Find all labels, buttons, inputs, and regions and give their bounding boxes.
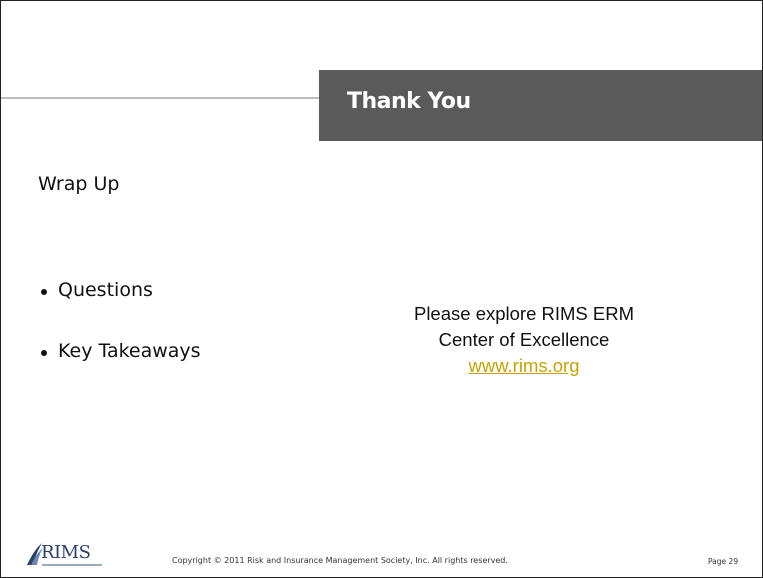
logo-text: RIMS [41,542,91,563]
explore-callout: Please explore RIMS ERM Center of Excell… [369,301,679,379]
bullet-label: Questions [58,279,153,301]
bullet-list: Questions Key Takeaways [41,279,201,401]
copyright-text: Copyright © 2011 Risk and Insurance Mana… [172,556,508,565]
slide: Thank You Wrap Up Questions Key Takeaway… [0,0,763,578]
logo-tagline-mark [42,564,102,566]
rims-website-link[interactable]: www.rims.org [468,355,579,376]
bullet-dot-icon [41,350,47,356]
explore-line-2: Center of Excellence [438,329,610,350]
header-rule-line [1,97,319,99]
explore-line-1: Please explore RIMS ERM [413,303,635,324]
bullet-dot-icon [41,289,47,295]
title-bar: Thank You [319,70,762,141]
bullet-label: Key Takeaways [58,340,201,362]
page-number: Page 29 [708,557,739,566]
section-heading: Wrap Up [38,173,120,195]
bullet-item-questions: Questions [41,279,201,340]
rims-logo: RIMS [25,541,135,575]
slide-title: Thank You [347,89,471,114]
bullet-item-key-takeaways: Key Takeaways [41,340,201,401]
